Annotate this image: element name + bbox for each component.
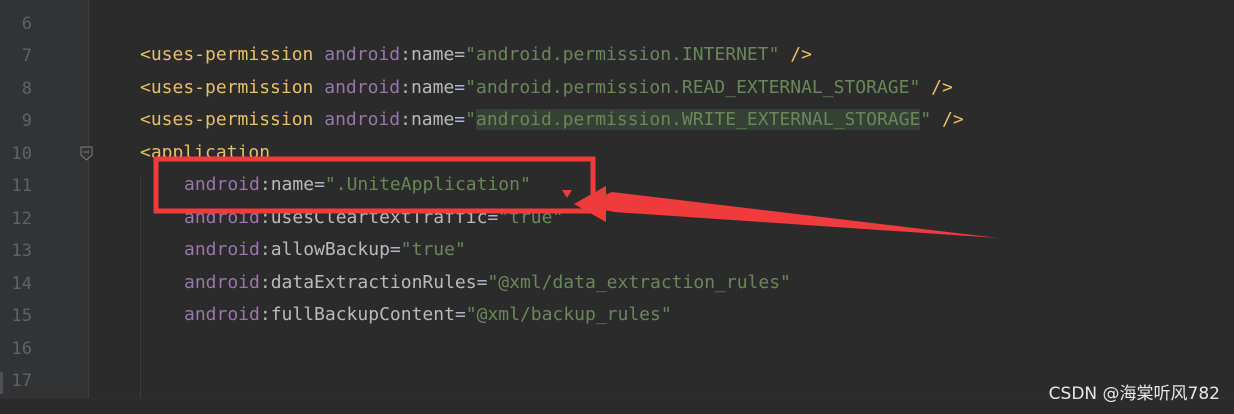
- code-editor[interactable]: 6 7 8 9 10 11 12 13 14 15 16 17 18 <uses…: [0, 0, 1234, 414]
- colon: :: [259, 207, 271, 228]
- colon: :: [259, 239, 271, 260]
- attr-name: usesCleartextTraffic: [270, 207, 488, 228]
- colon: :: [400, 77, 411, 98]
- equals: =: [454, 109, 466, 130]
- line-number: 17: [11, 371, 32, 391]
- code-line-14[interactable]: android:dataExtractionRules="@xml/data_e…: [184, 271, 791, 295]
- equals: =: [476, 272, 488, 293]
- line-number: 7: [21, 46, 32, 66]
- dropdown-triangle-icon: [562, 190, 572, 198]
- equals: =: [314, 174, 325, 195]
- tag-close: />: [920, 77, 953, 98]
- attr-value: "@xml/data_extraction_rules": [487, 272, 791, 293]
- code-line-15[interactable]: android:fullBackupContent="@xml/backup_r…: [184, 303, 672, 327]
- attr-namespace: android: [184, 174, 260, 195]
- line-number-gutter: 6 7 8 9 10 11 12 13 14 15 16 17 18: [0, 0, 88, 414]
- line-number: 11: [11, 176, 32, 196]
- indent-guide: [140, 176, 141, 414]
- attr-name: name: [410, 44, 455, 65]
- xml-tag: <uses-permission: [140, 44, 314, 65]
- colon: :: [259, 304, 271, 325]
- quote: ": [920, 109, 932, 130]
- line-number: 12: [11, 209, 32, 229]
- equals: =: [454, 77, 466, 98]
- tag-close: />: [779, 44, 812, 65]
- xml-tag: <uses-permission: [140, 109, 314, 130]
- attr-value: "true": [400, 239, 466, 260]
- xml-tag: <uses-permission: [140, 77, 314, 98]
- fold-marker-icon[interactable]: [80, 146, 93, 161]
- equals: =: [454, 44, 466, 65]
- line-number: 10: [11, 144, 32, 164]
- attr-name: allowBackup: [270, 239, 390, 260]
- current-line-marker: [0, 372, 3, 394]
- attr-name: name: [270, 174, 315, 195]
- line-number: 6: [21, 14, 32, 34]
- line-number: 13: [11, 241, 32, 261]
- attr-value: "android.permission.INTERNET": [465, 44, 780, 65]
- colon: :: [259, 174, 271, 195]
- attr-name: dataExtractionRules: [270, 272, 477, 293]
- attr-value: ".UniteApplication": [324, 174, 531, 195]
- attr-namespace: android: [324, 44, 401, 65]
- equals: =: [389, 239, 401, 260]
- line-number: 9: [21, 111, 32, 131]
- line-number: 14: [11, 274, 32, 294]
- code-line-8[interactable]: <uses-permission android:name="android.p…: [140, 76, 953, 100]
- watermark-text: CSDN @海棠听风782: [1048, 384, 1220, 404]
- colon: :: [400, 44, 411, 65]
- attr-value: "@xml/backup_rules": [465, 304, 672, 325]
- tag-close: />: [931, 109, 964, 130]
- attr-value: "android.permission.READ_EXTERNAL_STORAG…: [465, 77, 921, 98]
- attr-value: "true": [498, 207, 564, 228]
- equals: =: [454, 304, 466, 325]
- attr-name: name: [410, 77, 455, 98]
- gutter-divider: [88, 0, 89, 414]
- attr-namespace: android: [324, 77, 401, 98]
- attr-namespace: android: [324, 109, 401, 130]
- code-line-12[interactable]: android:usesCleartextTraffic="true": [184, 206, 563, 230]
- code-line-11[interactable]: android:name=".UniteApplication": [184, 173, 531, 197]
- annotation-arrow-head: [574, 186, 606, 222]
- line-number: 15: [11, 306, 32, 326]
- attr-namespace: android: [184, 239, 260, 260]
- highlighted-attr-value: android.permission.WRITE_EXTERNAL_STORAG…: [475, 109, 921, 130]
- code-line-9[interactable]: <uses-permission android:name="android.p…: [140, 108, 964, 132]
- line-number: 8: [21, 79, 32, 99]
- code-line-13[interactable]: android:allowBackup="true": [184, 238, 466, 262]
- xml-tag: <application: [140, 142, 271, 163]
- attr-namespace: android: [184, 272, 260, 293]
- line-number: 16: [11, 339, 32, 359]
- attr-namespace: android: [184, 207, 260, 228]
- equals: =: [487, 207, 499, 228]
- colon: :: [400, 109, 411, 130]
- attr-namespace: android: [184, 304, 260, 325]
- code-line-10[interactable]: <application: [140, 141, 270, 165]
- quote: ": [465, 109, 476, 130]
- annotation-arrow: [582, 192, 998, 238]
- code-line-7[interactable]: <uses-permission android:name="android.p…: [140, 43, 812, 67]
- attr-name: name: [410, 109, 455, 130]
- colon: :: [259, 272, 271, 293]
- attr-name: fullBackupContent: [270, 304, 455, 325]
